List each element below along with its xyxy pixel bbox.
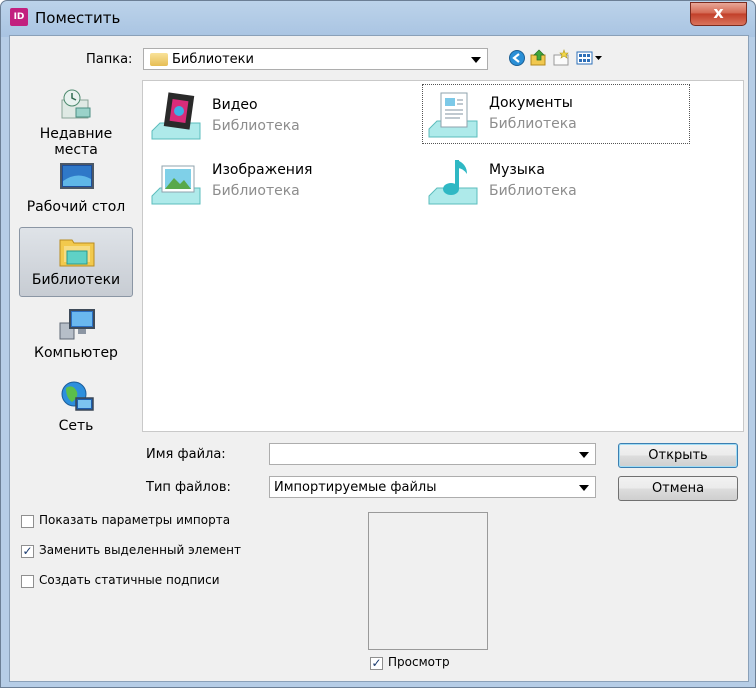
item-name: Музыка bbox=[489, 162, 545, 178]
view-menu-icon[interactable] bbox=[576, 49, 604, 67]
list-item-video[interactable]: Видео Библиотека bbox=[145, 86, 413, 146]
dialog-body: Папка: Библиотеки Недавние места Рабочий… bbox=[9, 35, 749, 682]
video-library-icon bbox=[151, 92, 201, 140]
option-label[interactable]: Заменить выделенный элемент bbox=[39, 543, 241, 557]
option-label[interactable]: Создать статичные подписи bbox=[39, 573, 220, 587]
item-name: Изображения bbox=[212, 162, 313, 178]
network-icon bbox=[61, 381, 94, 411]
item-type: Библиотека bbox=[489, 183, 577, 199]
preview-checkbox[interactable]: ✓ bbox=[370, 657, 383, 670]
places-bar: Недавние места Рабочий стол Библиотеки К… bbox=[19, 81, 136, 496]
filetype-value: Импортируемые файлы bbox=[274, 480, 437, 495]
place-label: Компьютер bbox=[34, 345, 118, 361]
pictures-library-icon bbox=[151, 165, 201, 205]
list-item-documents[interactable]: Документы Библиотека bbox=[422, 84, 690, 144]
chevron-down-icon bbox=[471, 57, 481, 63]
filename-label: Имя файла: bbox=[146, 447, 226, 462]
cancel-button[interactable]: Отмена bbox=[618, 476, 738, 501]
open-button[interactable]: Открыть bbox=[618, 443, 738, 468]
file-list[interactable]: Видео Библиотека Документы Библиотека Из… bbox=[142, 80, 744, 432]
folder-label: Папка: bbox=[86, 52, 133, 67]
place-label: Сеть bbox=[58, 418, 94, 434]
place-desktop[interactable]: Рабочий стол bbox=[19, 154, 133, 224]
close-button[interactable]: x bbox=[690, 2, 747, 26]
replace-selected-checkbox[interactable]: ✓ bbox=[21, 545, 34, 558]
item-name: Документы bbox=[489, 95, 573, 111]
filename-input[interactable] bbox=[269, 443, 596, 465]
static-captions-checkbox[interactable] bbox=[21, 575, 34, 588]
new-folder-icon[interactable] bbox=[553, 49, 571, 67]
folder-combobox[interactable]: Библиотеки bbox=[143, 48, 488, 70]
title-bar[interactable]: ID Поместить x bbox=[1, 1, 755, 35]
item-type: Библиотека bbox=[212, 118, 300, 134]
place-libraries[interactable]: Библиотеки bbox=[19, 227, 133, 297]
window-title: Поместить bbox=[35, 9, 121, 27]
music-library-icon bbox=[428, 160, 478, 205]
preview-pane bbox=[368, 512, 488, 650]
desktop-icon bbox=[60, 163, 94, 189]
computer-icon bbox=[59, 309, 95, 340]
place-dialog-window: ID Поместить x Папка: Библиотеки Недавни… bbox=[0, 0, 756, 688]
list-item-pictures[interactable]: Изображения Библиотека bbox=[145, 151, 413, 211]
recent-places-icon bbox=[61, 89, 91, 119]
item-type: Библиотека bbox=[489, 116, 577, 132]
place-network[interactable]: Сеть bbox=[19, 373, 133, 443]
up-folder-icon[interactable] bbox=[530, 49, 548, 67]
back-icon[interactable] bbox=[508, 49, 526, 67]
item-type: Библиотека bbox=[212, 183, 300, 199]
filetype-label: Тип файлов: bbox=[146, 480, 231, 495]
documents-library-icon bbox=[428, 92, 478, 138]
show-import-options-checkbox[interactable] bbox=[21, 515, 34, 528]
place-recent[interactable]: Недавние места bbox=[19, 81, 133, 158]
libraries-icon bbox=[59, 239, 95, 267]
list-item-music[interactable]: Музыка Библиотека bbox=[422, 151, 690, 211]
chevron-down-icon bbox=[579, 485, 589, 491]
place-computer[interactable]: Компьютер bbox=[19, 300, 133, 370]
item-name: Видео bbox=[212, 97, 258, 113]
option-label[interactable]: Показать параметры импорта bbox=[39, 513, 230, 527]
place-label: Библиотеки bbox=[31, 272, 121, 288]
folder-value: Библиотеки bbox=[172, 52, 254, 67]
preview-label[interactable]: Просмотр bbox=[388, 655, 450, 669]
place-label: Рабочий стол bbox=[26, 199, 126, 215]
filetype-select[interactable]: Импортируемые файлы bbox=[269, 476, 596, 498]
libraries-folder-icon bbox=[150, 53, 168, 66]
chevron-down-icon[interactable] bbox=[579, 452, 589, 458]
indesign-app-icon: ID bbox=[10, 8, 28, 26]
